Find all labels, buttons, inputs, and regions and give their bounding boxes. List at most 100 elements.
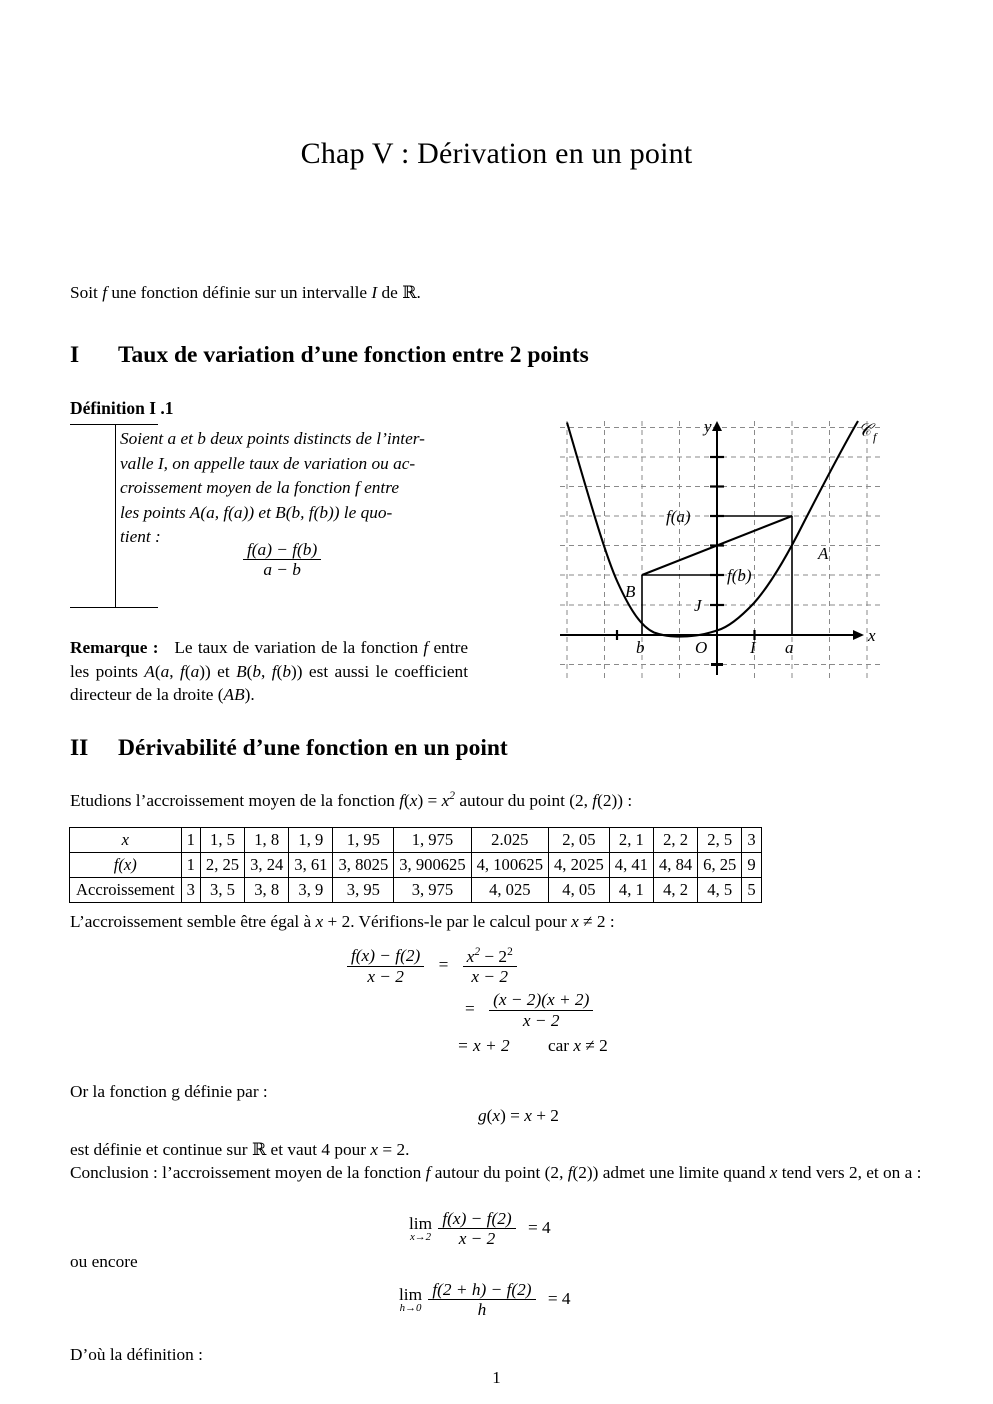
section-title-2: Dérivabilité d’une fonction en un point <box>118 735 508 761</box>
table-cell: 3, 24 <box>244 852 290 878</box>
figure-svg: y x A B O I J a b f(a) f(b) 𝒞 f <box>560 417 881 681</box>
definition-fraction-numerator: f(a) − f(b) <box>247 540 318 559</box>
values-table: x 1 1, 5 1, 8 1, 9 1, 95 1, 975 2.025 2,… <box>69 827 762 903</box>
table-cell: 4, 025 <box>470 877 550 903</box>
table-cell: 3, 61 <box>288 852 334 878</box>
table-cell: 4, 1 <box>608 877 654 903</box>
table-row-header: Accroissement <box>69 877 182 903</box>
table-cell: 1 <box>180 852 201 878</box>
table-cell: 3, 8 <box>244 877 290 903</box>
section-number-2: II <box>70 735 89 761</box>
origin-label: O <box>695 638 707 657</box>
table-cell: 4, 2025 <box>548 852 610 878</box>
calc-lhs-fraction: f(x) − f(2) x − 2 <box>347 946 425 986</box>
definition-heading: Définition I .1 <box>70 398 174 418</box>
table-cell: 1, 5 <box>199 827 246 853</box>
calc-result-note: car x ≠ 2 <box>547 1036 608 1056</box>
ou-encore-sentence: ou encore <box>70 1252 138 1271</box>
table-cell: 1, 9 <box>288 827 334 853</box>
y-axis-arrow <box>712 421 722 431</box>
document-page: Chap V : Dérivation en un point Soit f u… <box>0 0 993 1404</box>
definition-line-4: les points A(a, f(a)) et B(b, f(b)) le q… <box>120 502 393 522</box>
table-cell: 3, 900625 <box>393 852 472 878</box>
calc-equation-line-1: f(x) − f(2) x − 2 = x2 − 22 x − 2 <box>345 946 608 986</box>
limit2-numerator: f(2 + h) − f(2) <box>432 1280 532 1299</box>
section-title-1: Taux de variation d’une fonction entre 2… <box>118 342 589 368</box>
x-axis-arrow <box>853 630 864 640</box>
limit2-subscript: h→0 <box>399 1301 422 1314</box>
table-row: f(x) 1 2, 25 3, 24 3, 61 3, 8025 3, 9006… <box>69 852 762 878</box>
calc-rhs1-fraction: x2 − 22 x − 2 <box>462 946 517 986</box>
table-cell: 3, 8025 <box>332 852 395 878</box>
axis-x-label: x <box>867 626 876 645</box>
limit2-operator: lim h→0 <box>399 1286 422 1313</box>
calc-equals-1: = <box>438 955 449 975</box>
table-row-header: f(x) <box>69 852 182 878</box>
page-title: Chap V : Dérivation en un point <box>300 137 693 170</box>
calc-result: = x + 2 <box>457 1036 510 1056</box>
table-cell: 4, 05 <box>548 877 610 903</box>
definition-frame-top-rule <box>70 424 158 426</box>
limit1-denominator: x − 2 <box>438 1228 516 1248</box>
definition-line-2: valle I, on appelle taux de variation ou… <box>120 453 416 473</box>
calc-equation-line-3: = x + 2 car x ≠ 2 <box>457 1036 608 1056</box>
figure-labels: y x A B O I J a b f(a) f(b) <box>625 417 876 657</box>
tick-a-label: a <box>785 638 794 657</box>
page-number: 1 <box>492 1368 501 1387</box>
table-cell: 3 <box>741 827 762 853</box>
limit2-fraction: f(2 + h) − f(2) h <box>428 1280 536 1320</box>
limit1-fraction: f(x) − f(2) x − 2 <box>438 1209 516 1249</box>
table-cell: 1, 975 <box>393 827 472 853</box>
table-cell: 2, 05 <box>548 827 610 853</box>
calc-rhs2-numerator: (x − 2)(x + 2) <box>493 990 590 1010</box>
table-cell: 3, 5 <box>199 877 246 903</box>
table-cell: 6, 25 <box>697 852 743 878</box>
limit1-line: lim x→2 f(x) − f(2) x − 2 = 4 <box>409 1209 551 1249</box>
definition-body: Soient a et b deux points distincts de l… <box>120 427 492 550</box>
table-cell: 9 <box>741 852 762 878</box>
limit2-denominator: h <box>428 1299 536 1319</box>
table-cell: 3, 95 <box>332 877 395 903</box>
after-table-sentence: L’accroissement semble être égal à x + 2… <box>70 912 615 931</box>
remark-label: Remarque : <box>70 638 159 657</box>
table-cell: 1 <box>180 827 201 853</box>
definition-formula: f(a) − f(b) a − b <box>241 540 323 580</box>
calc-lhs-denominator: x − 2 <box>347 965 425 986</box>
definition-frame-bottom-rule <box>70 606 158 608</box>
table-row: x 1 1, 5 1, 8 1, 9 1, 95 1, 975 2.025 2,… <box>69 827 762 853</box>
calc-rhs1-denominator: x − 2 <box>462 966 517 986</box>
table-cell: 3, 9 <box>288 877 334 903</box>
est-definie-sentence: est définie et continue sur ℝ et vaut 4 … <box>70 1140 410 1159</box>
limit1-subscript: x→2 <box>409 1230 432 1243</box>
table-cell: 3, 975 <box>393 877 472 903</box>
section-number-1: I <box>70 342 80 368</box>
table-cell: 2, 5 <box>697 827 743 853</box>
intro-sentence: Soit f une fonction définie sur un inter… <box>70 283 421 302</box>
axis-y-label: y <box>702 417 712 436</box>
figure-gridlines <box>560 421 881 681</box>
tick-b-label: b <box>636 638 645 657</box>
or-la-fonction-sentence: Or la fonction g définie par : <box>70 1082 268 1101</box>
value-fa-label: f(a) <box>666 507 691 526</box>
table-cell: 1, 8 <box>244 827 290 853</box>
limit1-lim: lim <box>409 1214 433 1234</box>
limit2-lim: lim <box>399 1285 423 1305</box>
value-fb-label: f(b) <box>727 566 752 585</box>
dou-la-definition-sentence: D’où la définition : <box>70 1345 203 1364</box>
section2-intro: Etudions l’accroissement moyen de la fon… <box>70 790 633 810</box>
table-cell: 4, 84 <box>652 852 699 878</box>
section-heading-2: II Dérivabilité d’une fonction en un poin… <box>70 735 508 762</box>
calc-rhs1-numerator: x2 − 22 <box>466 946 513 966</box>
curve-label-group: 𝒞 f <box>858 420 878 444</box>
table-cell: 4, 100625 <box>470 852 550 878</box>
unit-x-label: I <box>749 638 757 657</box>
table-cell: 2, 25 <box>199 852 246 878</box>
limit-equation-2: lim h→0 f(2 + h) − f(2) h = 4 <box>399 1280 571 1320</box>
limit1-result: = 4 <box>527 1217 551 1237</box>
table-cell: 4, 2 <box>652 877 699 903</box>
definition-frame-vertical-rule <box>115 424 117 608</box>
calc-rhs2-fraction: (x − 2)(x + 2) x − 2 <box>489 990 594 1030</box>
definition-line-3: croissement moyen de la fonction f entre <box>120 478 399 498</box>
unit-y-label: J <box>694 596 703 615</box>
table-cell: 5 <box>741 877 762 903</box>
